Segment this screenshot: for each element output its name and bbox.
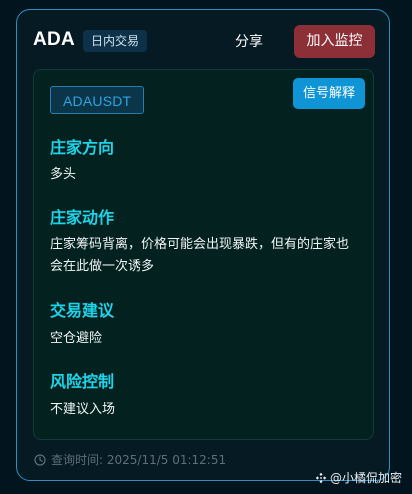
add-monitor-button[interactable]: 加入监控 xyxy=(294,25,375,58)
section-title-risk-control: 风险控制 xyxy=(50,372,115,391)
symbol-tag: ADAUSDT xyxy=(50,86,145,114)
signal-card: ADA 日内交易 分享 加入监控 ADAUSDT 信号解释 庄家方向 多头 庄家… xyxy=(16,9,390,481)
watermark-text: @小橘侃加密 xyxy=(330,471,403,485)
query-time-text: 查询时间: 2025/11/5 01:12:51 xyxy=(51,453,227,467)
clock-icon xyxy=(34,454,46,466)
trade-type-badge: 日内交易 xyxy=(83,30,148,52)
section-content-risk-control: 不建议入场 xyxy=(50,402,116,417)
diamond-logo-icon xyxy=(315,472,327,484)
query-time: 查询时间: 2025/11/5 01:12:51 xyxy=(34,451,226,469)
coin-title: ADA xyxy=(33,29,76,50)
watermark: @小橘侃加密 xyxy=(315,468,402,488)
section-title-dealer-direction: 庄家方向 xyxy=(50,138,115,157)
section-title-dealer-action: 庄家动作 xyxy=(50,208,115,227)
screen: ADA 日内交易 分享 加入监控 ADAUSDT 信号解释 庄家方向 多头 庄家… xyxy=(0,0,412,494)
signal-detail-panel: ADAUSDT 信号解释 庄家方向 多头 庄家动作 庄家筹码背离，价格可能会出现… xyxy=(33,69,374,440)
share-button[interactable]: 分享 xyxy=(235,29,263,55)
section-content-dealer-action: 庄家筹码背离，价格可能会出现暴跌，但有的庄家也会在此做一次诱多 xyxy=(50,237,350,274)
signal-explain-button[interactable]: 信号解释 xyxy=(293,78,365,109)
section-content-dealer-direction: 多头 xyxy=(50,167,77,182)
section-title-trade-advice: 交易建议 xyxy=(50,301,115,320)
section-content-trade-advice: 空仓避险 xyxy=(50,331,103,346)
